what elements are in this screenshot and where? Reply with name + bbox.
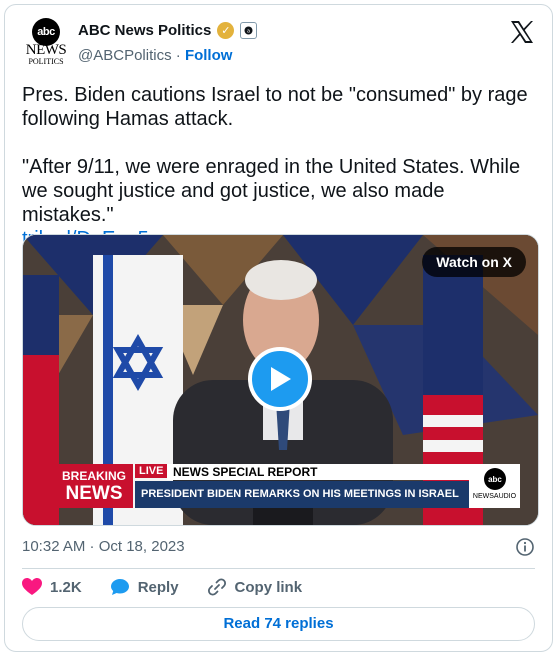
tweet-card: abc NEWS POLITICS ABC News Politics ✓ a … [4, 4, 553, 652]
reply-button[interactable]: Reply [110, 578, 179, 596]
avatar-politics-text: POLITICS [28, 57, 64, 66]
handle-row: @ABCPolitics · Follow [78, 47, 232, 64]
play-icon[interactable] [248, 347, 312, 411]
reply-bubble-icon [110, 579, 129, 595]
abc-news-audio-logo: abc NEWSAUDIO [469, 464, 520, 508]
info-icon[interactable] [515, 537, 535, 557]
read-replies-button[interactable]: Read 74 replies [22, 607, 535, 641]
separator-dot: · [175, 47, 181, 64]
like-count: 1.2K [50, 578, 82, 596]
breaking-label: BREAKING [61, 469, 126, 483]
watch-on-x-button[interactable]: Watch on X [422, 247, 526, 277]
tweet-text: Pres. Biden cautions Israel to not be "c… [22, 83, 537, 251]
breaking-news-box: BREAKING NEWS [55, 464, 133, 508]
tweet-text-line1: Pres. Biden cautions Israel to not be "c… [22, 84, 528, 130]
author-handle[interactable]: @ABCPolitics [78, 47, 172, 64]
tweet-timestamp[interactable]: 10:32 AM · Oct 18, 2023 [22, 538, 185, 555]
x-logo-icon[interactable] [509, 20, 535, 49]
link-icon [207, 578, 226, 596]
tweet-header: abc NEWS POLITICS ABC News Politics ✓ a … [22, 16, 535, 72]
copy-link-button[interactable]: Copy link [207, 577, 303, 597]
avatar[interactable]: abc NEWS POLITICS [22, 16, 70, 66]
news-lower-third: BREAKING NEWS LIVE NEWS SPECIAL REPORT P… [55, 464, 520, 508]
news-label: NEWS [65, 483, 123, 504]
affiliate-badge-icon: a [240, 22, 258, 39]
video-player[interactable]: Watch on X BREAKING NEWS LIVE NEWS SPECI… [22, 234, 539, 526]
heart-icon [22, 578, 42, 595]
like-button[interactable]: 1.2K [22, 578, 82, 596]
tweet-text-quote: "After 9/11, we were enraged in the Unit… [22, 156, 521, 226]
divider [22, 568, 535, 569]
reply-label: Reply [137, 578, 179, 596]
author-name[interactable]: ABC News Politics [78, 22, 211, 39]
copy-link-label: Copy link [234, 578, 303, 596]
news-ticker: PRESIDENT BIDEN REMARKS ON HIS MEETINGS … [135, 481, 473, 508]
author-name-row: ABC News Politics ✓ a [78, 22, 258, 39]
abc-logo-icon: abc [484, 468, 506, 490]
verified-badge-icon: ✓ [217, 22, 235, 39]
newsaudio-label: NEWSAUDIO [472, 493, 517, 500]
svg-text:a: a [247, 29, 250, 35]
live-badge: LIVE [135, 464, 168, 478]
follow-button[interactable]: Follow [185, 47, 233, 64]
action-bar: 1.2K Reply Copy link [22, 575, 302, 599]
special-report-label: NEWS SPECIAL REPORT [167, 464, 473, 480]
